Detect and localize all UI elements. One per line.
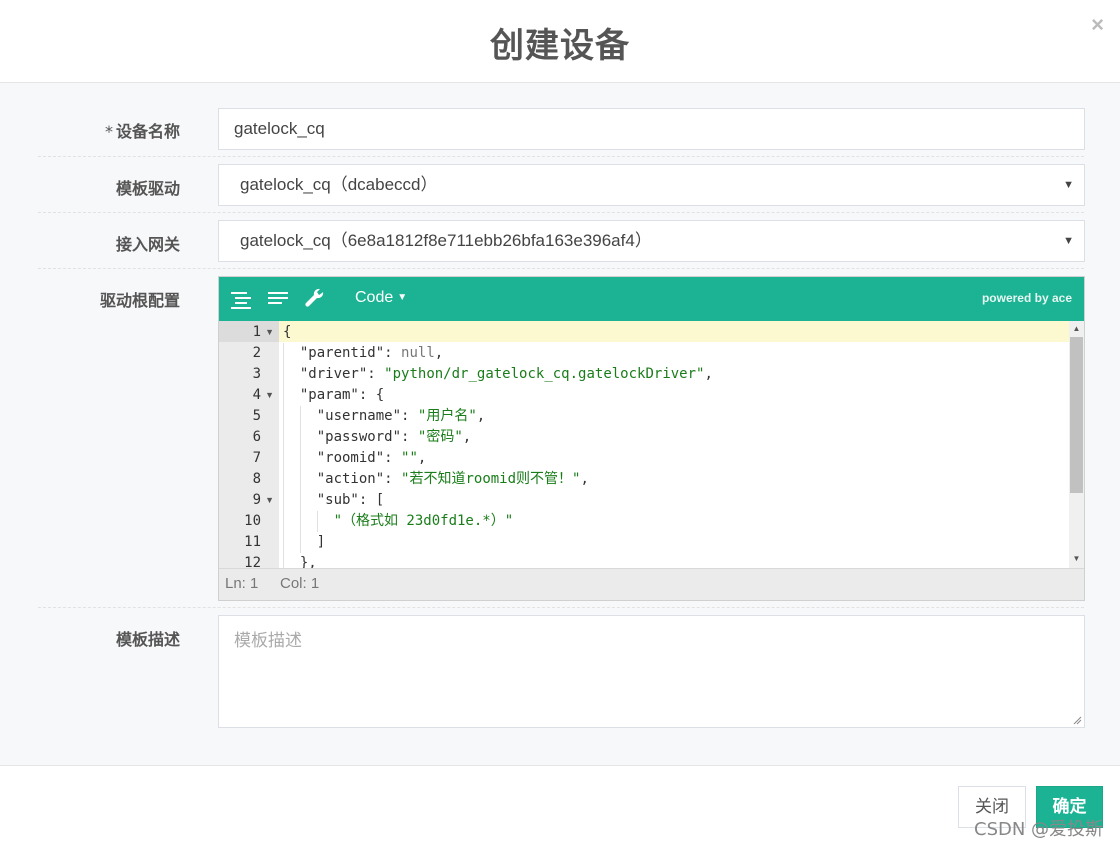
- line-number: 12: [244, 555, 261, 568]
- caret-down-icon: ▼: [397, 292, 408, 303]
- required-mark: *: [104, 122, 113, 141]
- caret-down-icon: ▼: [1063, 235, 1074, 247]
- status-line: Ln: 1: [225, 575, 259, 592]
- code-line: ]: [283, 534, 326, 550]
- code-line: "（格式如 23d0fd1e.*）": [333, 513, 514, 529]
- resize-grip-icon[interactable]: [1073, 716, 1082, 725]
- line-number: 5: [252, 408, 261, 424]
- template-driver-label: 模板驱动: [115, 179, 180, 198]
- wrench-icon[interactable]: [304, 288, 326, 310]
- code-line: "roomid": "",: [316, 450, 427, 466]
- scroll-thumb[interactable]: [1070, 337, 1083, 493]
- editor-status-bar: Ln: 1 Col: 1: [219, 568, 1084, 600]
- code-line: "username": "用户名",: [316, 408, 486, 424]
- template-driver-select[interactable]: gatelock_cq（dcabeccd） ▼: [218, 164, 1085, 206]
- status-column: Col: 1: [280, 575, 320, 592]
- compact-icon[interactable]: [267, 288, 289, 310]
- dialog-header: 创建设备 ×: [0, 0, 1120, 83]
- fold-toggle-icon[interactable]: ▼: [265, 322, 274, 343]
- line-number: 8: [252, 471, 261, 487]
- code-line: {: [283, 324, 292, 340]
- code-line: "parentid": null,: [299, 345, 444, 361]
- template-desc-placeholder: 模板描述: [234, 631, 302, 651]
- editor-code-area[interactable]: { "parentid": null, "driver": "python/dr…: [279, 321, 1069, 568]
- code-line: },: [283, 555, 317, 568]
- device-name-label: * 设备名称: [104, 122, 180, 141]
- caret-down-icon: ▼: [1063, 179, 1074, 191]
- json-editor[interactable]: Code ▼ powered by ace 1 ▼ 2 3 4 ▼ 5 6 7 8 9 ▼ 10 11 12 …: [218, 276, 1085, 601]
- line-number: 10: [244, 513, 261, 529]
- scroll-up-icon[interactable]: ▲: [1069, 322, 1084, 336]
- watermark: CSDN @爱投斯: [974, 819, 1104, 840]
- fold-toggle-icon[interactable]: ▼: [265, 385, 274, 406]
- powered-by: powered by ace: [981, 291, 1072, 305]
- code-line: "param": {: [299, 387, 385, 403]
- driver-config-label: 驱动根配置: [99, 291, 180, 310]
- line-number: 1: [252, 324, 261, 340]
- mode-menu[interactable]: Code ▼: [355, 289, 407, 307]
- template-desc-textarea[interactable]: 模板描述: [218, 615, 1085, 728]
- template-driver-value: gatelock_cq（dcabeccd）: [240, 175, 438, 194]
- code-line: "driver": "python/dr_gatelock_cq.gateloc…: [299, 366, 713, 382]
- format-icon[interactable]: [230, 288, 252, 310]
- device-name-input[interactable]: gatelock_cq: [218, 108, 1085, 150]
- fold-toggle-icon[interactable]: ▼: [265, 490, 274, 511]
- line-number: 9: [252, 492, 261, 508]
- dialog-title: 创建设备: [490, 26, 630, 66]
- dialog-footer: 关闭 确定: [0, 765, 1120, 846]
- code-line: "sub": [: [316, 492, 385, 508]
- gateway-label: 接入网关: [115, 235, 180, 254]
- close-icon[interactable]: ×: [1091, 14, 1104, 36]
- line-number: 6: [252, 429, 261, 445]
- line-number: 7: [252, 450, 261, 466]
- template-desc-label: 模板描述: [115, 630, 180, 649]
- gateway-select[interactable]: gatelock_cq（6e8a1812f8e711ebb26bfa163e39…: [218, 220, 1085, 262]
- active-line: [279, 321, 1069, 342]
- code-line: "password": "密码",: [316, 429, 472, 445]
- code-line: "action": "若不知道roomid则不管！",: [316, 471, 589, 487]
- scroll-down-icon[interactable]: ▼: [1069, 552, 1084, 566]
- editor-toolbar: Code ▼ powered by ace: [219, 277, 1084, 321]
- line-number: 2: [252, 345, 261, 361]
- editor-gutter: 1 ▼ 2 3 4 ▼ 5 6 7 8 9 ▼ 10 11 12: [219, 321, 279, 568]
- gateway-value: gatelock_cq（6e8a1812f8e711ebb26bfa163e39…: [240, 231, 652, 250]
- line-number: 3: [252, 366, 261, 382]
- line-number: 4: [252, 387, 261, 403]
- line-number: 11: [244, 534, 261, 550]
- editor-scrollbar[interactable]: ▲ ▼: [1069, 321, 1084, 568]
